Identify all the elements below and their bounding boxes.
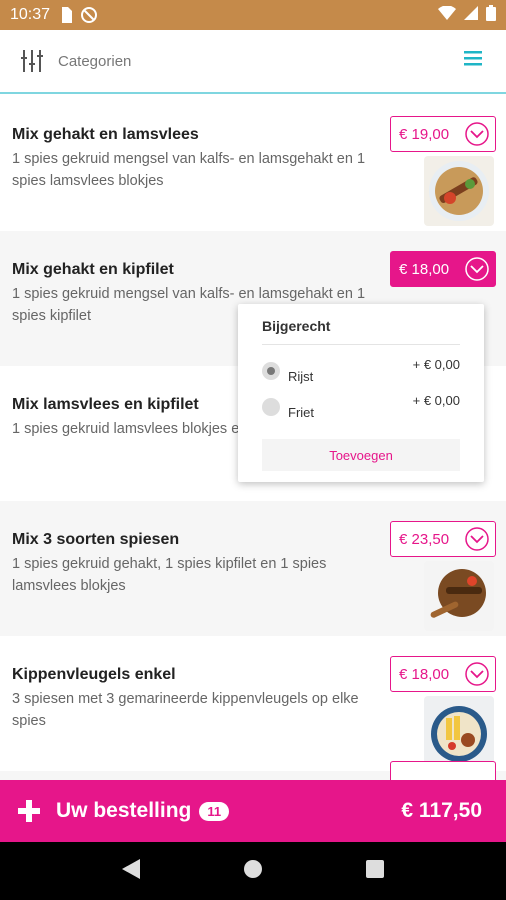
system-nav-bar <box>0 842 506 900</box>
option-rijst[interactable]: Rijst + € 0,00 <box>262 353 460 389</box>
order-total: € 117,50 <box>401 799 482 822</box>
order-bar[interactable]: Uw bestelling 11 € 117,50 <box>0 780 506 842</box>
option-label: Rijst <box>288 368 314 384</box>
price-button[interactable]: € 23,50 <box>390 521 496 557</box>
price-label: € 19,00 <box>399 125 450 143</box>
price-button[interactable]: € 19,00 <box>390 116 496 152</box>
order-count-badge: 11 <box>199 801 230 821</box>
data-saver-icon <box>80 6 98 24</box>
food-image <box>424 156 494 226</box>
radio-button[interactable] <box>262 398 280 416</box>
signal-icon <box>464 5 478 25</box>
battery-icon <box>486 4 496 26</box>
popup-title: Bijgerecht <box>262 318 460 345</box>
price-button[interactable]: € 18,00 <box>390 656 496 692</box>
status-icons <box>438 4 496 26</box>
home-icon[interactable] <box>243 859 263 884</box>
chevron-down-icon <box>465 122 489 146</box>
chevron-down-icon <box>465 527 489 551</box>
food-image <box>424 696 494 766</box>
price-label: € 23,50 <box>399 530 450 548</box>
food-image <box>424 561 494 631</box>
back-icon[interactable] <box>121 858 140 884</box>
categories-label[interactable]: Categorien <box>58 53 131 70</box>
plus-icon <box>16 798 42 824</box>
filter-sliders-icon[interactable] <box>20 48 46 74</box>
chevron-down-icon <box>465 257 489 281</box>
radio-button-selected[interactable] <box>262 362 280 380</box>
status-bar: 10:37 <box>0 0 506 30</box>
price-label: € 18,00 <box>399 260 450 278</box>
price-button[interactable]: € 18,00 <box>390 251 496 287</box>
option-friet[interactable]: Friet + € 0,00 <box>262 389 460 425</box>
item-description: 1 spies gekruid gehakt, 1 spies kipfilet… <box>12 556 327 594</box>
app-screen: 10:37 Categorien Mix gehakt en lamsvlees… <box>0 0 506 900</box>
option-label: Friet <box>288 404 314 420</box>
add-button[interactable]: Toevoegen <box>262 439 460 471</box>
item-description: 1 spies gekruid mengsel van kalfs- en la… <box>12 151 366 189</box>
order-label: Uw bestelling <box>56 799 192 822</box>
recents-icon[interactable] <box>366 859 385 883</box>
option-extra-price: + € 0,00 <box>412 357 460 372</box>
chevron-down-icon <box>465 662 489 686</box>
side-dish-popup: Bijgerecht Rijst + € 0,00 Friet + € 0,00… <box>238 304 484 482</box>
hamburger-menu-icon[interactable] <box>464 50 486 72</box>
item-description: 3 spiesen met 3 gemarineerde kippenvleug… <box>12 691 359 729</box>
top-bar: Categorien <box>0 30 506 94</box>
price-label: € 18,00 <box>399 665 450 683</box>
list-item[interactable]: Mix gehakt en lamsvlees 1 spies gekruid … <box>0 96 506 231</box>
list-item[interactable]: Kippenvleugels enkel 3 spiesen met 3 gem… <box>0 636 506 771</box>
option-extra-price: + € 0,00 <box>412 393 460 408</box>
wifi-icon <box>438 4 456 25</box>
status-time: 10:37 <box>10 6 51 23</box>
list-item[interactable]: Mix 3 soorten spiesen 1 spies gekruid ge… <box>0 501 506 636</box>
sim-card-icon <box>60 7 73 23</box>
